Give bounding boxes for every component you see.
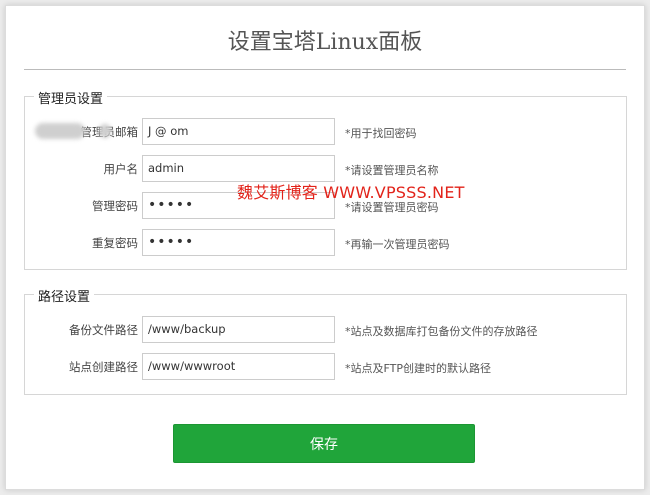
repeat-password-hint: *再输一次管理员密码 [345,238,450,251]
page-title: 设置宝塔Linux面板 [227,30,423,55]
backup-path-label: 备份文件路径 [69,323,138,337]
password-label: 管理密码 [92,199,138,213]
username-label: 用户名 [103,162,139,176]
save-button[interactable]: 保存 [173,424,475,463]
username-input[interactable]: admin [142,155,335,182]
backup-path-input[interactable]: /www/backup [142,316,335,343]
username-row: 用户名 admin *请设置管理员名称 [25,155,626,182]
path-settings-legend: 路径设置 [34,286,95,305]
backup-path-hint: *站点及数据库打包备份文件的存放路径 [345,325,538,338]
admin-email-row: 管理员邮箱 J @ om *用于找回密码 [25,118,626,145]
site-path-row: 站点创建路径 /www/wwwroot *站点及FTP创建时的默认路径 [25,353,626,380]
backup-path-row: 备份文件路径 /www/backup *站点及数据库打包备份文件的存放路径 [25,316,626,343]
email-redaction-blur [35,123,85,139]
admin-email-input[interactable]: J @ om [142,118,335,145]
repeat-password-row: 重复密码 ••••• *再输一次管理员密码 [25,229,626,256]
title-divider [24,69,626,70]
site-path-input[interactable]: /www/wwwroot [142,353,335,380]
username-hint: *请设置管理员名称 [345,164,439,177]
site-path-hint: *站点及FTP创建时的默认路径 [345,362,491,375]
repeat-password-input[interactable]: ••••• [142,229,335,256]
admin-settings-legend: 管理员设置 [34,88,108,107]
admin-email-hint: *用于找回密码 [345,127,417,140]
email-redaction-blur-2 [99,124,111,138]
path-settings-group: 路径设置 备份文件路径 /www/backup *站点及数据库打包备份文件的存放… [24,286,627,395]
site-path-label: 站点创建路径 [69,360,138,374]
repeat-password-label: 重复密码 [92,236,138,250]
watermark-text: 魏艾斯博客 WWW.VPSSS.NET [237,183,465,202]
setup-panel: 设置宝塔Linux面板 管理员设置 管理员邮箱 J @ om *用于找回密码 用… [5,5,645,490]
